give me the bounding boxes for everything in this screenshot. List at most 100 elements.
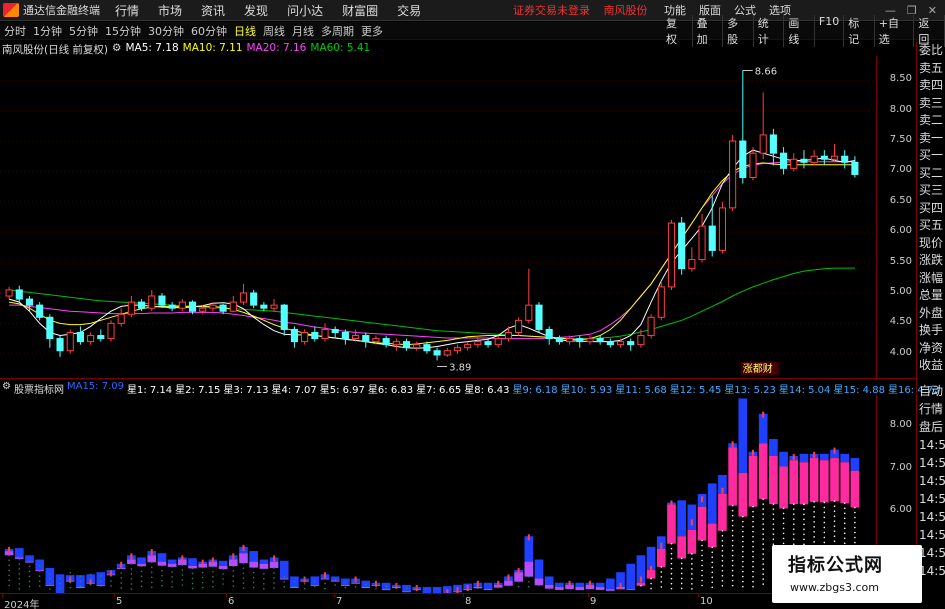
tool-f10[interactable]: F10 [815, 14, 845, 47]
candle-body [107, 322, 115, 340]
indicator-dot [49, 573, 51, 575]
candle-body [66, 331, 74, 352]
chart-title: 南风股份(日线 前复权) [2, 44, 109, 56]
indicator-bar-upper [157, 553, 167, 562]
indicator-legend-item: 星5: 6.97 [319, 385, 365, 396]
side-panel-item: 净资 [919, 340, 944, 355]
gear-icon[interactable]: ⚙ [2, 381, 11, 395]
period-multi[interactable]: 多周期 [321, 23, 354, 39]
indicator-dot [721, 569, 724, 572]
indicator-bar-upper [137, 557, 146, 564]
indicator-bar-upper [738, 398, 748, 473]
indicator-dot [670, 562, 673, 565]
candle-body [280, 304, 288, 330]
candle-body [851, 161, 859, 175]
candle-body [759, 134, 767, 154]
menu-quotes[interactable]: 行情 [115, 2, 139, 19]
candle-body [769, 134, 777, 154]
sub-side-item: 14:50 [919, 510, 945, 524]
indicator-dot [680, 562, 683, 565]
indicator-bar-middle [789, 460, 799, 505]
candle-body [341, 331, 349, 340]
indicator-dot [497, 586, 500, 589]
indicator-dot [691, 568, 693, 570]
indicator-dot [334, 584, 336, 586]
tool-mark[interactable]: 标记 [844, 14, 875, 47]
indicator-dot [38, 585, 41, 587]
indicator-bar-middle [239, 553, 248, 564]
indicator-spike [497, 580, 500, 587]
period-15min[interactable]: 15分钟 [105, 23, 141, 39]
tool-multi-stock[interactable]: 多股 [723, 14, 754, 47]
period-60min[interactable]: 60分钟 [191, 23, 227, 39]
login-notice[interactable]: 证券交易未登录 [513, 4, 590, 17]
menu-trade[interactable]: 交易 [397, 2, 421, 19]
indicator-dot [303, 587, 306, 590]
tool-draw[interactable]: 画线 [784, 14, 815, 47]
indicator-dot [79, 580, 82, 583]
indicator-dot [711, 561, 714, 564]
indicator-dot [79, 585, 82, 588]
period-timeshare[interactable]: 分时 [4, 23, 26, 39]
menu-market[interactable]: 市场 [158, 2, 182, 19]
indicator-dot [711, 556, 714, 559]
indicator-dot [823, 506, 826, 509]
indicator-dot [222, 573, 224, 575]
indicator-dot [28, 570, 31, 573]
indicator-dot [731, 549, 734, 552]
gear-icon[interactable]: ⚙ [112, 42, 121, 56]
tool-stats[interactable]: 统计 [754, 14, 785, 47]
indicator-dot [792, 533, 795, 535]
indicator-chart[interactable] [0, 395, 876, 593]
candlestick-chart[interactable]: 8.66 3.89 涨都财 [0, 56, 876, 378]
indicator-dot [293, 585, 296, 588]
menu-assistant[interactable]: 问小达 [287, 2, 323, 19]
candle-body [474, 341, 482, 346]
menu-wealth-circle[interactable]: 财富圈 [342, 2, 378, 19]
indicator-dot [854, 541, 856, 544]
period-1min[interactable]: 1分钟 [33, 23, 62, 39]
candle-body [76, 331, 84, 343]
candle-body [178, 301, 186, 309]
indicator-bar-upper [758, 413, 768, 444]
indicator-bar-upper [96, 572, 106, 585]
tool-overlay[interactable]: 叠加 [693, 14, 724, 47]
indicator-dot [813, 511, 815, 513]
date-tick-mark [226, 594, 227, 597]
indicator-dot [752, 515, 754, 518]
sub-side-item: 14:50 [919, 438, 945, 452]
indicator-bar-upper [188, 558, 197, 566]
indicator-dot [762, 538, 764, 540]
tool-adjust[interactable]: 复权 [662, 14, 693, 47]
period-more[interactable]: 更多 [361, 23, 383, 39]
menu-discover[interactable]: 发现 [244, 2, 268, 19]
indicator-dot [782, 512, 785, 515]
candle-body [484, 341, 492, 346]
indicator-dot [375, 583, 377, 585]
period-weekly[interactable]: 周线 [263, 23, 285, 39]
indicator-dot [110, 575, 112, 577]
tool-add-watchlist[interactable]: +自选 [875, 14, 915, 47]
candle-body [678, 222, 686, 270]
side-panel-item: 换手 [919, 323, 944, 337]
indicator-spike [8, 546, 11, 553]
indicator-dot [161, 569, 163, 572]
pane-divider[interactable] [0, 378, 916, 379]
indicator-dot [273, 567, 275, 569]
indicator-dot [680, 587, 683, 590]
menu-news[interactable]: 资讯 [201, 2, 225, 19]
indicator-dot [28, 580, 31, 583]
indicator-dot [38, 575, 41, 577]
period-30min[interactable]: 30分钟 [148, 23, 184, 39]
indicator-dot [181, 579, 184, 581]
indicator-dot [762, 543, 764, 545]
period-5min[interactable]: 5分钟 [69, 23, 98, 39]
period-monthly[interactable]: 月线 [292, 23, 314, 39]
date-tick-mark [463, 594, 464, 597]
date-tick-mark [334, 594, 335, 597]
period-daily[interactable]: 日线 [234, 23, 256, 39]
indicator-dot [813, 506, 815, 508]
indicator-dot [212, 575, 214, 578]
candle-body [260, 304, 268, 309]
indicator-dot [110, 580, 112, 582]
